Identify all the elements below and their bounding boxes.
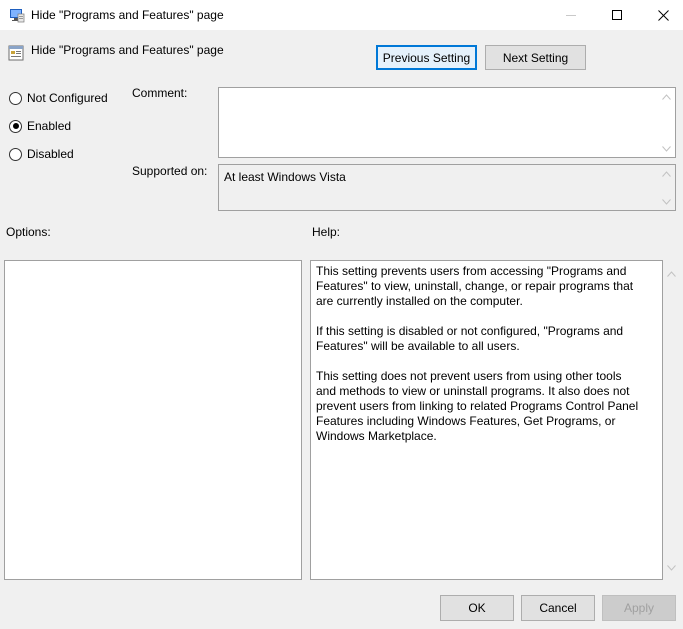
- group-policy-app-icon: [10, 9, 25, 23]
- comment-textarea[interactable]: [218, 87, 676, 158]
- radio-circle: [9, 119, 22, 133]
- scroll-down-arrow-icon[interactable]: [658, 140, 675, 157]
- comment-label: Comment:: [132, 86, 188, 100]
- radio-not-configured[interactable]: Not Configured: [9, 90, 108, 106]
- radio-label: Disabled: [27, 147, 74, 161]
- previous-setting-button[interactable]: Previous Setting: [376, 45, 477, 70]
- apply-button[interactable]: Apply: [602, 595, 676, 621]
- radio-label: Enabled: [27, 119, 72, 133]
- radio-disabled[interactable]: Disabled: [9, 146, 74, 162]
- radio-circle: [9, 147, 22, 161]
- radio-enabled[interactable]: Enabled: [9, 118, 71, 134]
- close-icon: [657, 9, 669, 21]
- window-title: Hide "Programs and Features" page: [31, 8, 224, 22]
- help-paragraph: If this setting is disabled or not confi…: [316, 324, 624, 353]
- policy-title: Hide "Programs and Features" page: [31, 43, 224, 57]
- radio-label: Not Configured: [27, 91, 108, 105]
- supported-on-label: Supported on:: [132, 164, 208, 178]
- options-panel[interactable]: [4, 260, 302, 580]
- close-button[interactable]: [640, 0, 683, 30]
- scroll-down-arrow-icon[interactable]: [658, 193, 675, 210]
- help-scrollbar[interactable]: [663, 260, 680, 580]
- supported-scrollbar[interactable]: [658, 165, 675, 210]
- supported-on-value: At least Windows Vista: [224, 170, 346, 184]
- help-text: This setting prevents users from accessi…: [316, 264, 642, 459]
- minimize-icon: [566, 14, 576, 16]
- ok-button[interactable]: OK: [440, 595, 514, 621]
- scroll-up-arrow-icon[interactable]: [667, 266, 676, 280]
- maximize-button[interactable]: [594, 0, 640, 30]
- options-label: Options:: [6, 225, 51, 239]
- next-setting-button[interactable]: Next Setting: [485, 45, 586, 70]
- supported-on-field: At least Windows Vista: [218, 164, 676, 211]
- policy-setting-icon: [8, 45, 24, 61]
- maximize-icon: [612, 10, 622, 20]
- help-paragraph: This setting prevents users from accessi…: [316, 264, 634, 308]
- comment-scrollbar[interactable]: [658, 88, 675, 157]
- radio-circle: [9, 91, 22, 105]
- help-paragraph: This setting does not prevent users from…: [316, 369, 639, 443]
- title-bar: Hide "Programs and Features" page: [0, 0, 683, 30]
- cancel-button[interactable]: Cancel: [521, 595, 595, 621]
- help-panel[interactable]: This setting prevents users from accessi…: [310, 260, 663, 580]
- scroll-down-arrow-icon[interactable]: [667, 560, 676, 574]
- scroll-up-arrow-icon[interactable]: [658, 165, 675, 182]
- help-label: Help:: [312, 225, 341, 239]
- minimize-button[interactable]: [548, 0, 594, 30]
- scroll-up-arrow-icon[interactable]: [658, 88, 675, 105]
